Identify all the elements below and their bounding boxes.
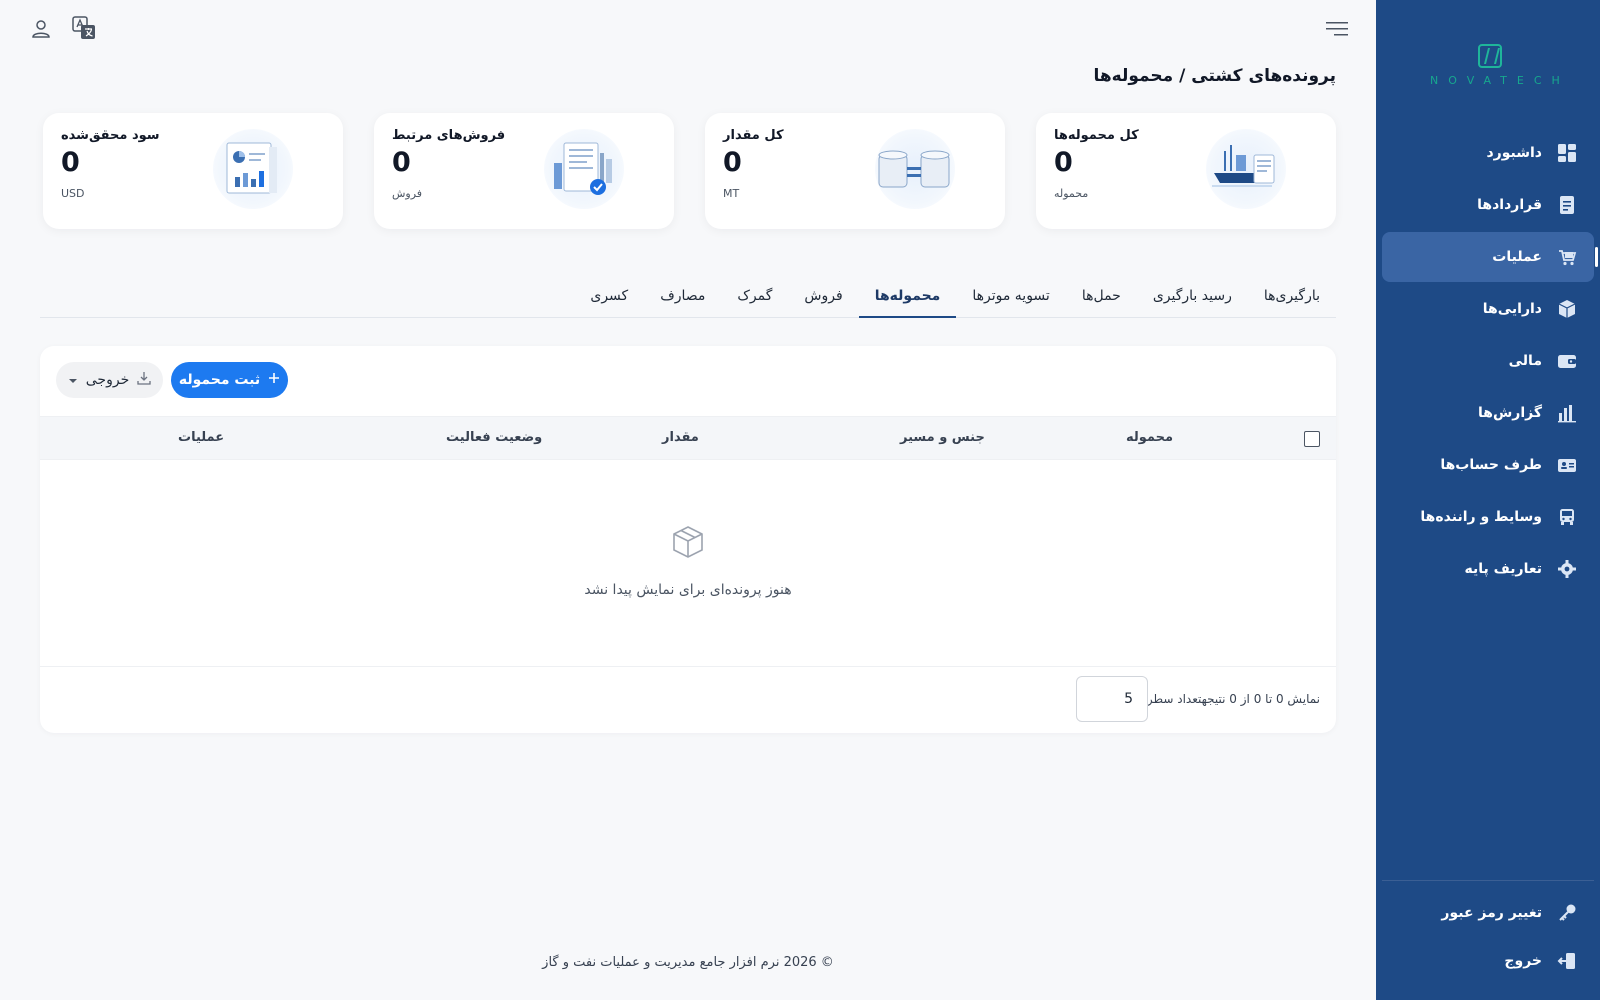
pagination-summary-text: نمایش 0 تا 0 از 0 نتیجه bbox=[1201, 692, 1320, 706]
brand-logo[interactable]: NOVATECH bbox=[1430, 44, 1570, 92]
tab-expenses[interactable]: مصارف bbox=[644, 280, 721, 318]
stat-card-unit: فروش bbox=[392, 187, 423, 200]
gear-icon bbox=[1556, 558, 1578, 580]
column-header-quantity[interactable]: مقدار bbox=[662, 430, 699, 445]
key-icon bbox=[1556, 902, 1578, 924]
stat-card-label: کل مقدار bbox=[723, 128, 784, 143]
operations-icon bbox=[1556, 246, 1578, 268]
pagination-summary: نمایش 0 تا 0 از 0 نتیجهتعداد سطر: bbox=[1143, 692, 1320, 706]
tab-truck-settlement[interactable]: تسویه موترها bbox=[956, 280, 1065, 318]
chevron-down-icon bbox=[68, 372, 78, 388]
stat-card-realized-profit: سود محقق‌شده 0 USD bbox=[43, 113, 343, 229]
tab-loadings[interactable]: بارگیری‌ها bbox=[1248, 280, 1336, 318]
column-header-shipment[interactable]: محموله bbox=[1126, 430, 1173, 445]
sidebar-item-dashboard[interactable]: داشبورد bbox=[1382, 128, 1594, 178]
ship-illustration-icon bbox=[1206, 129, 1286, 209]
stat-card-unit: USD bbox=[61, 187, 85, 200]
logout-icon bbox=[1556, 950, 1578, 972]
sidebar: NOVATECH داشبورد قراردادها عملیات دارایی… bbox=[1376, 0, 1600, 1000]
sidebar-item-label: عملیات bbox=[1492, 249, 1542, 265]
sidebar-item-label: قراردادها bbox=[1477, 197, 1542, 213]
menu-icon[interactable] bbox=[1326, 20, 1348, 38]
stat-card-value: 0 bbox=[392, 147, 411, 178]
footer-copyright: © 2026 نرم افزار جامع مدیریت و عملیات نف… bbox=[542, 955, 834, 970]
tab-transports[interactable]: حمل‌ها bbox=[1066, 280, 1137, 318]
sidebar-nav: داشبورد قراردادها عملیات دارایی‌ها مالی bbox=[1382, 128, 1598, 596]
add-shipment-label: ثبت محموله bbox=[178, 372, 261, 388]
document-check-illustration-icon bbox=[544, 129, 624, 209]
sidebar-item-label: داشبورد bbox=[1486, 145, 1543, 161]
shipments-panel: ثبت محموله خروجی محموله جنس و مسیر مقدار… bbox=[40, 346, 1336, 733]
stat-card-unit: MT bbox=[723, 187, 740, 200]
sidebar-item-contracts[interactable]: قراردادها bbox=[1382, 180, 1594, 230]
translate-icon[interactable] bbox=[72, 16, 96, 40]
logout-button[interactable]: خروج bbox=[1382, 938, 1594, 984]
sidebar-item-label: گزارش‌ها bbox=[1478, 405, 1542, 421]
tanks-illustration-icon bbox=[875, 129, 955, 209]
sidebar-item-base-definitions[interactable]: تعاریف پایه bbox=[1382, 544, 1594, 594]
top-bar bbox=[0, 0, 1376, 60]
column-header-activity-status[interactable]: وضعیت فعالیت bbox=[446, 430, 542, 445]
stat-card-value: 0 bbox=[61, 147, 80, 178]
page-title: پرونده‌های کشتی / محموله‌ها bbox=[1093, 66, 1337, 86]
empty-state-message: هنوز پرونده‌ای برای نمایش پیدا نشد bbox=[584, 582, 792, 598]
logo-mark-icon bbox=[1478, 44, 1502, 68]
stat-card-value: 0 bbox=[723, 147, 742, 178]
sidebar-item-vehicles[interactable]: وسایط و راننده‌ها bbox=[1382, 492, 1594, 542]
select-all-checkbox[interactable] bbox=[1304, 431, 1320, 447]
stat-card-label: کل محموله‌ها bbox=[1054, 128, 1139, 143]
tab-customs[interactable]: گمرک bbox=[721, 280, 788, 318]
sidebar-item-label: وسایط و راننده‌ها bbox=[1420, 509, 1542, 525]
report-chart-illustration-icon bbox=[213, 129, 293, 209]
sidebar-item-label: مالی bbox=[1508, 353, 1542, 369]
export-button[interactable]: خروجی bbox=[56, 362, 163, 398]
wallet-icon bbox=[1556, 350, 1578, 372]
stat-card-total-quantity: کل مقدار 0 MT bbox=[705, 113, 1005, 229]
change-password-label: تغییر رمز عبور bbox=[1441, 905, 1542, 921]
sidebar-item-finance[interactable]: مالی bbox=[1382, 336, 1594, 386]
id-card-icon bbox=[1556, 454, 1578, 476]
tab-shortages[interactable]: کسری bbox=[574, 280, 644, 318]
plus-icon bbox=[268, 372, 280, 388]
logo-text: NOVATECH bbox=[1430, 74, 1570, 87]
sidebar-item-assets[interactable]: دارایی‌ها bbox=[1382, 284, 1594, 334]
stat-card-unit: محموله bbox=[1054, 187, 1089, 200]
column-header-material-route[interactable]: جنس و مسیر bbox=[900, 430, 985, 445]
sidebar-divider bbox=[1382, 880, 1594, 881]
sidebar-item-counterparties[interactable]: طرف حساب‌ها bbox=[1382, 440, 1594, 490]
table-footer-divider bbox=[40, 666, 1336, 667]
bus-icon bbox=[1556, 506, 1578, 528]
table-header: محموله جنس و مسیر مقدار وضعیت فعالیت عمل… bbox=[40, 416, 1336, 460]
rows-per-page-label: تعداد سطر: bbox=[1142, 692, 1202, 706]
sidebar-item-label: دارایی‌ها bbox=[1482, 301, 1542, 317]
tabs: بارگیری‌ها رسید بارگیری حمل‌ها تسویه موت… bbox=[40, 280, 1336, 318]
stat-cards: کل محموله‌ها 0 محموله کل مقدار 0 MT فروش… bbox=[40, 113, 1336, 229]
change-password-button[interactable]: تغییر رمز عبور bbox=[1382, 890, 1594, 936]
download-icon bbox=[137, 371, 151, 389]
column-header-actions: عملیات bbox=[178, 430, 225, 445]
stat-card-value: 0 bbox=[1054, 147, 1073, 178]
tab-shipments[interactable]: محموله‌ها bbox=[858, 280, 957, 318]
stat-card-related-sales: فروش‌های مرتبط 0 فروش bbox=[374, 113, 674, 229]
empty-box-icon bbox=[670, 524, 706, 560]
tab-sales[interactable]: فروش bbox=[788, 280, 858, 318]
sidebar-item-label: طرف حساب‌ها bbox=[1440, 457, 1542, 473]
contract-icon bbox=[1556, 194, 1578, 216]
sidebar-item-operations[interactable]: عملیات bbox=[1382, 232, 1598, 282]
bar-chart-icon bbox=[1556, 402, 1578, 424]
logout-label: خروج bbox=[1504, 953, 1542, 969]
rows-per-page-input[interactable] bbox=[1076, 676, 1148, 722]
stat-card-total-shipments: کل محموله‌ها 0 محموله bbox=[1036, 113, 1336, 229]
sidebar-item-label: تعاریف پایه bbox=[1464, 561, 1542, 577]
user-icon[interactable] bbox=[30, 18, 52, 40]
stat-card-label: سود محقق‌شده bbox=[61, 128, 160, 143]
sidebar-bottom-nav: تغییر رمز عبور خروج bbox=[1382, 890, 1594, 986]
stat-card-label: فروش‌های مرتبط bbox=[392, 128, 506, 143]
add-shipment-button[interactable]: ثبت محموله bbox=[171, 362, 288, 398]
tab-loading-receipt[interactable]: رسید بارگیری bbox=[1137, 280, 1248, 318]
box-icon bbox=[1556, 298, 1578, 320]
export-label: خروجی bbox=[85, 372, 130, 388]
dashboard-icon bbox=[1556, 142, 1578, 164]
sidebar-item-reports[interactable]: گزارش‌ها bbox=[1382, 388, 1594, 438]
